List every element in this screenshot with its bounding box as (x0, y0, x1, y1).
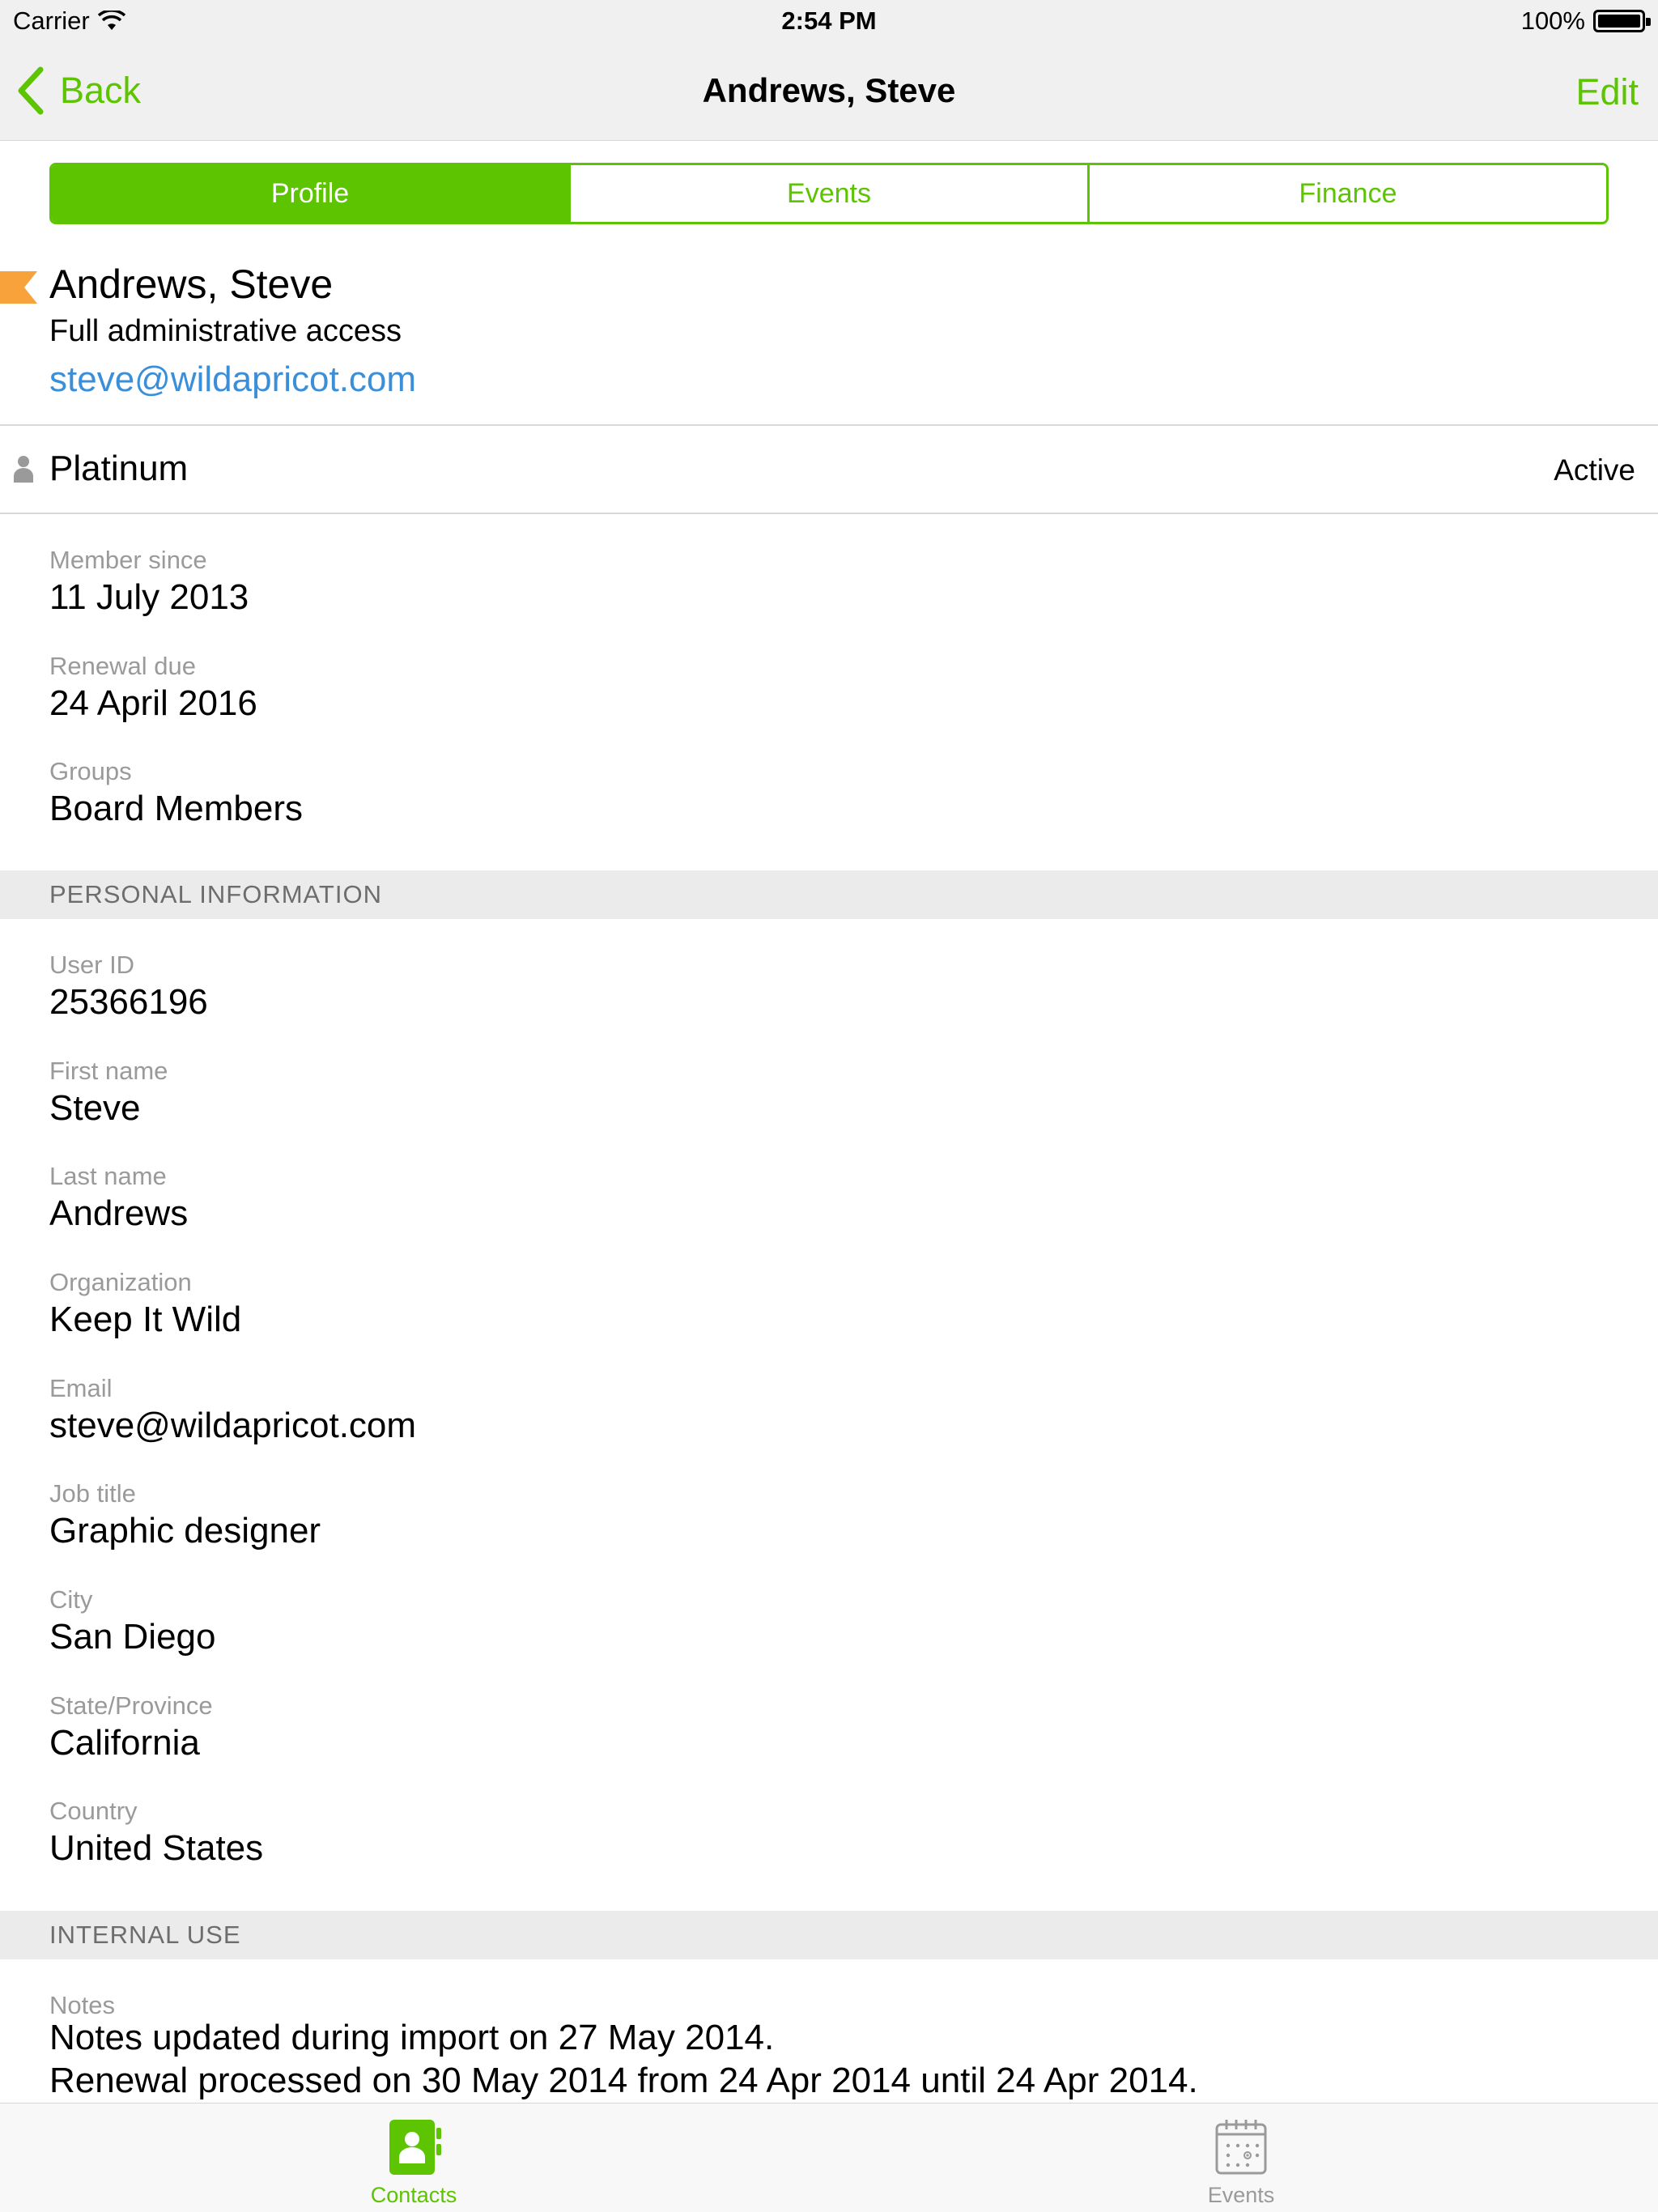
field-label: First name (49, 1057, 168, 1085)
divider (0, 513, 1658, 514)
email-link[interactable]: steve@wildapricot.com (49, 359, 416, 400)
person-icon (14, 456, 33, 483)
field-value: California (49, 1723, 200, 1763)
section-title: INTERNAL USE (49, 1921, 241, 1949)
user-id-field: User ID 25366196 (49, 949, 208, 1023)
city-field: City San Diego (49, 1584, 215, 1658)
segment-profile[interactable]: Profile (52, 165, 571, 222)
field-value: San Diego (49, 1617, 216, 1657)
field-label: Email (49, 1374, 113, 1402)
flag-icon (0, 271, 37, 304)
field-label: Last name (49, 1162, 167, 1190)
field-value: 24 April 2016 (49, 683, 257, 723)
field-value: 11 July 2013 (49, 577, 249, 617)
last-name-field: Last name Andrews (49, 1160, 188, 1235)
segment-events[interactable]: Events (571, 165, 1090, 222)
field-value: Steve (49, 1088, 141, 1128)
page-title: Andrews, Steve (702, 71, 956, 109)
membership-row[interactable]: Platinum Active (0, 426, 1658, 513)
field-label: Renewal due (49, 652, 196, 680)
profile-segmented-control: Profile Events Finance (49, 163, 1609, 224)
membership-status: Active (1554, 453, 1635, 487)
clock: 2:54 PM (781, 6, 877, 35)
battery-icon (1593, 10, 1651, 32)
section-title: PERSONAL INFORMATION (49, 880, 382, 908)
tab-label: Events (1207, 2183, 1275, 2207)
tab-events[interactable]: Events (1144, 2104, 1338, 2212)
calendar-icon (1215, 2120, 1267, 2175)
field-label: Member since (49, 546, 207, 574)
tab-contacts[interactable]: Contacts (317, 2104, 511, 2212)
renewal-due-field: Renewal due 24 April 2016 (49, 650, 257, 725)
organization-field: Organization Keep It Wild (49, 1266, 241, 1341)
country-field: Country United States (49, 1795, 263, 1870)
field-value: United States (49, 1828, 264, 1868)
edit-button[interactable]: Edit (1575, 71, 1639, 113)
notes-value: Notes updated during import on 27 May 20… (49, 2016, 1198, 2102)
field-value: 25366196 (49, 982, 208, 1022)
field-value: Graphic designer (49, 1511, 321, 1551)
field-label: City (49, 1585, 93, 1614)
field-label: Job title (49, 1479, 136, 1508)
field-value: Board Members (49, 789, 304, 828)
tab-label: Contacts (370, 2183, 457, 2207)
field-value[interactable]: steve@wildapricot.com (49, 1405, 416, 1447)
first-name-field: First name Steve (49, 1055, 168, 1129)
field-value: Keep It Wild (49, 1300, 242, 1339)
member-since-field: Member since 11 July 2013 (49, 544, 249, 619)
tab-bar: Contacts Events (0, 2103, 1658, 2212)
notes-line: Renewal processed on 30 May 2014 from 24… (49, 2061, 1198, 2100)
membership-level: Platinum (49, 449, 189, 488)
section-header-personal: PERSONAL INFORMATION (0, 870, 1658, 919)
access-level: Full administrative access (49, 314, 402, 348)
contact-name: Andrews, Steve (49, 262, 334, 307)
field-value: Andrews (49, 1193, 189, 1233)
state-province-field: State/Province California (49, 1690, 213, 1764)
field-label: Country (49, 1797, 138, 1825)
contacts-icon (389, 2120, 441, 2175)
field-label: State/Province (49, 1691, 213, 1720)
navigation-bar: Carrier 2:54 PM 100% Back Andrews, Steve… (0, 0, 1658, 141)
segment-finance[interactable]: Finance (1090, 165, 1606, 222)
groups-field: Groups Board Members (49, 755, 303, 830)
field-label: User ID (49, 951, 135, 979)
status-bar-right: 100% (1520, 6, 1651, 36)
email-field: Email steve@wildapricot.com (49, 1372, 416, 1447)
section-header-internal: INTERNAL USE (0, 1911, 1658, 1959)
field-label: Organization (49, 1268, 192, 1296)
battery-percent: 100% (1520, 6, 1585, 35)
job-title-field: Job title Graphic designer (49, 1478, 321, 1552)
notes-line: Notes updated during import on 27 May 20… (49, 2018, 775, 2057)
field-label: Groups (49, 757, 132, 785)
